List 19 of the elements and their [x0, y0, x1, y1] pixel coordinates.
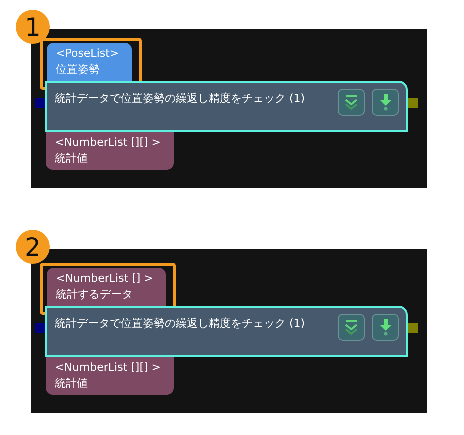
step-node[interactable]: 統計データで位置姿勢の繰返し精度をチェック (1): [45, 81, 408, 132]
down-arrow-icon: [378, 94, 392, 111]
step-badge: 1: [16, 10, 50, 44]
breakpoint-button[interactable]: [372, 314, 399, 341]
output-port-tag[interactable]: <NumberList [][] > 統計値: [46, 132, 174, 170]
collapse-button[interactable]: [338, 314, 365, 341]
input-port-tag[interactable]: <NumberList [] > 統計するデータ: [47, 268, 166, 306]
step-title: 統計データで位置姿勢の繰返し精度をチェック (1): [55, 91, 306, 106]
down-arrow-icon: [378, 319, 392, 336]
breakpoint-button[interactable]: [372, 89, 399, 116]
double-chevron-icon: [343, 94, 360, 111]
output-port-tag[interactable]: <NumberList [][] > 統計値: [46, 357, 174, 395]
input-port[interactable]: [35, 323, 45, 333]
step-node[interactable]: 統計データで位置姿勢の繰返し精度をチェック (1): [45, 306, 408, 357]
collapse-button[interactable]: [338, 89, 365, 116]
input-port[interactable]: [35, 98, 45, 108]
step-badge: 2: [16, 230, 50, 264]
double-chevron-icon: [343, 319, 360, 336]
step-title: 統計データで位置姿勢の繰返し精度をチェック (1): [55, 316, 306, 331]
